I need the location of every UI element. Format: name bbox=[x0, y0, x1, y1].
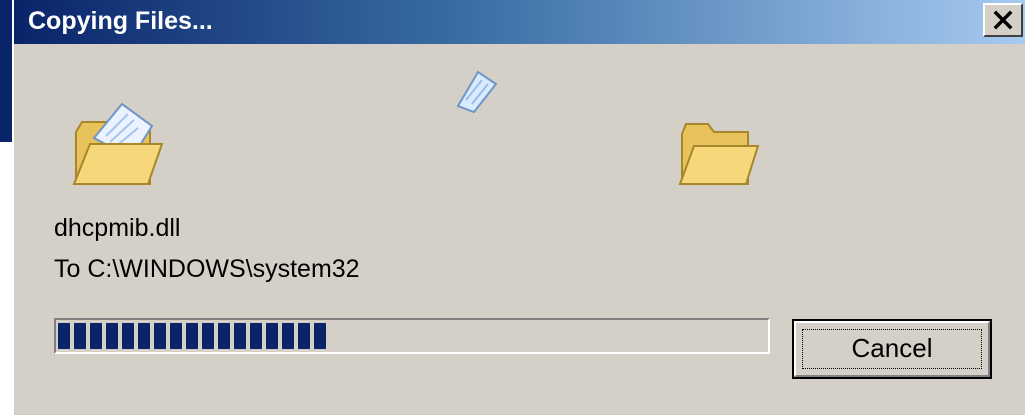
background-window-edge bbox=[0, 0, 12, 415]
cancel-button[interactable]: Cancel bbox=[792, 319, 992, 379]
progress-fill bbox=[58, 323, 326, 349]
window-title: Copying Files... bbox=[28, 7, 213, 35]
folder-open-icon bbox=[678, 118, 760, 193]
progress-block bbox=[74, 323, 86, 349]
progress-bar bbox=[54, 318, 770, 354]
progress-block bbox=[234, 323, 246, 349]
progress-block bbox=[266, 323, 278, 349]
progress-block bbox=[154, 323, 166, 349]
progress-block bbox=[106, 323, 118, 349]
progress-block bbox=[298, 323, 310, 349]
progress-block bbox=[170, 323, 182, 349]
progress-block bbox=[138, 323, 150, 349]
cancel-button-label: Cancel bbox=[851, 333, 933, 363]
background-window-titlebar-edge bbox=[0, 0, 12, 142]
folder-open-with-document-icon bbox=[72, 100, 164, 195]
progress-block bbox=[282, 323, 294, 349]
progress-block bbox=[314, 323, 326, 349]
close-button[interactable] bbox=[983, 3, 1023, 37]
progress-block bbox=[218, 323, 230, 349]
progress-block bbox=[122, 323, 134, 349]
progress-block bbox=[58, 323, 70, 349]
progress-block bbox=[202, 323, 214, 349]
close-icon bbox=[993, 10, 1013, 30]
file-name-label: dhcpmib.dll bbox=[54, 214, 181, 242]
progress-block bbox=[250, 323, 262, 349]
title-bar[interactable]: Copying Files... bbox=[14, 0, 1025, 44]
destination-label: To C:\WINDOWS\system32 bbox=[54, 255, 360, 283]
progress-block bbox=[186, 323, 198, 349]
copy-files-dialog: Copying Files... dhcpmib.dll To C:\WINDO… bbox=[12, 0, 1025, 415]
flying-document-icon bbox=[454, 66, 500, 119]
progress-block bbox=[90, 323, 102, 349]
